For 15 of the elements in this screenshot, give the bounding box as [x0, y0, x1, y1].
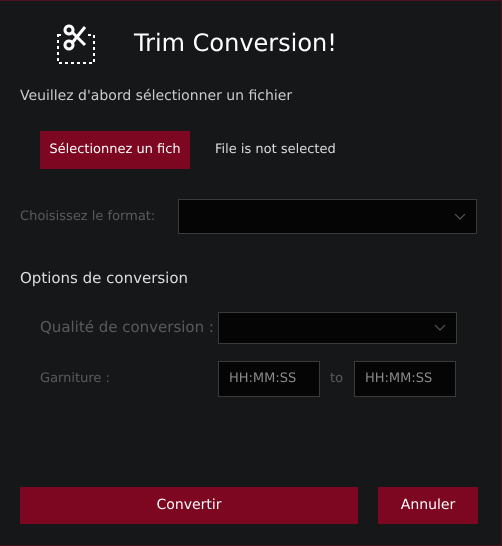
- quality-dropdown[interactable]: [218, 312, 457, 344]
- chevron-down-icon: [454, 213, 466, 220]
- trim-label: Garniture :: [40, 370, 111, 388]
- cancel-button[interactable]: Annuler: [378, 487, 478, 524]
- quality-label: Qualité de conversion :: [40, 317, 215, 338]
- select-file-button[interactable]: Sélectionnez un fich: [40, 131, 190, 169]
- window-title: Trim Conversion!: [134, 28, 337, 59]
- separator-text: to: [330, 370, 344, 388]
- format-dropdown[interactable]: [178, 199, 477, 234]
- options-heading: Options de conversion: [20, 268, 190, 289]
- convert-button[interactable]: Convertir: [20, 487, 358, 524]
- instruction-text: Veuillez d'abord sélectionner un fichier: [20, 87, 294, 106]
- file-status-text: File is not selected: [215, 141, 336, 160]
- chevron-down-icon: [434, 324, 446, 331]
- format-label: Choisissez le format:: [20, 208, 156, 226]
